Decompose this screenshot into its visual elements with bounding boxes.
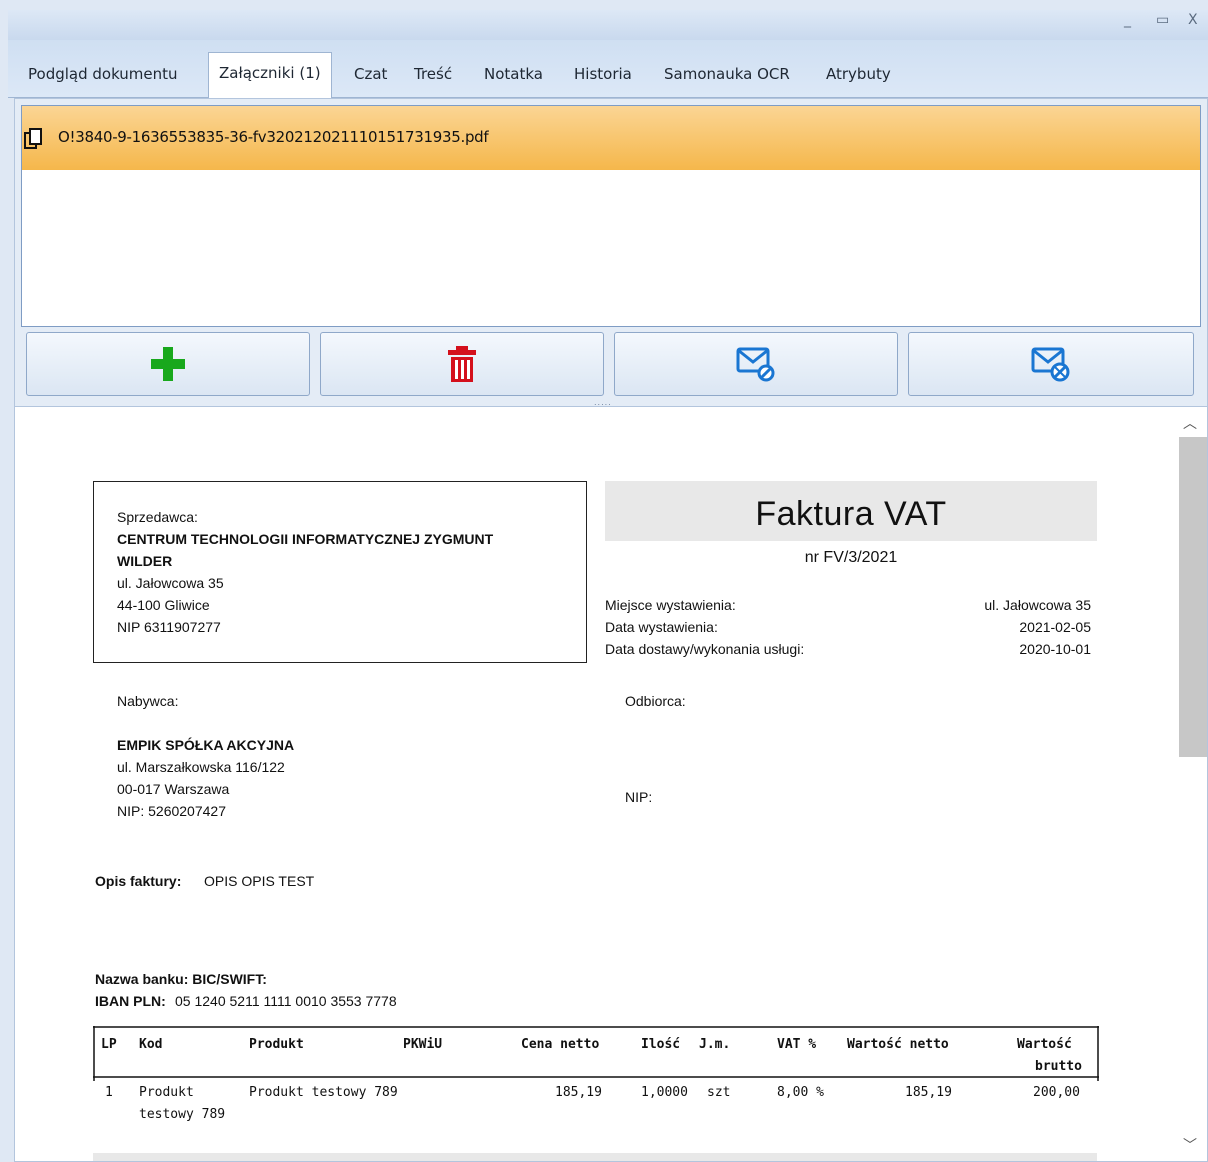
tab-history[interactable]: Historia [564,54,642,98]
seller-nip: NIP 6311907277 [117,619,221,635]
row-kod-2: testowy 789 [139,1107,226,1122]
tab-attributes[interactable]: Atrybuty [816,54,901,98]
scroll-thumb[interactable] [1179,437,1207,757]
close-button[interactable]: X [1188,12,1198,28]
vertical-scrollbar[interactable]: ︿ ﹀ [1175,407,1207,1161]
invoice-document: Sprzedawca: CENTRUM TECHNOLOGII INFORMAT… [15,407,1175,1161]
buyer-city: 00-017 Warszawa [117,781,230,797]
tab-chat[interactable]: Czat [344,54,397,98]
col-header-brutto-2: brutto [1035,1059,1082,1074]
col-header-netto: Wartość netto [847,1037,949,1052]
trash-icon [448,346,476,382]
col-header-kod: Kod [139,1037,163,1052]
description-value: OPIS OPIS TEST [204,873,315,889]
scroll-up-icon[interactable]: ︿ [1183,413,1197,433]
row-vat: 8,00 % [777,1085,824,1100]
col-header-cena: Cena netto [521,1037,600,1052]
invoice-title: Faktura VAT [755,495,947,533]
maximize-button[interactable]: ▭ [1156,12,1169,28]
seller-name-line-2: WILDER [117,553,173,569]
delete-attachment-button[interactable] [320,332,604,396]
resend-email-button[interactable] [908,332,1194,396]
tab-attachments[interactable]: Załączniki (1) [208,52,332,99]
receiver-nip: NIP: [625,789,653,805]
tab-content[interactable]: Treść [404,54,462,98]
mail-resend-icon [1031,347,1070,382]
row-lp: 1 [105,1085,113,1100]
seller-label: Sprzedawca: [117,509,198,525]
document-viewer: Sprzedawca: CENTRUM TECHNOLOGII INFORMAT… [14,406,1208,1162]
col-header-jm: J.m. [699,1037,731,1052]
iban-label: IBAN PLN: [95,993,166,1009]
issue-place-value: ul. Jałowcowa 35 [984,597,1091,613]
row-produkt: Produkt testowy 789 [249,1085,398,1100]
seller-city: 44-100 Gliwice [117,597,210,613]
buyer-label: Nabywca: [117,693,179,709]
issue-date-value: 2021-02-05 [1019,619,1091,635]
col-header-pkwiu: PKWiU [403,1037,443,1052]
tab-note[interactable]: Notatka [474,54,553,98]
col-header-produkt: Produkt [249,1037,304,1052]
add-attachment-button[interactable] [26,332,310,396]
row-brutto: 200,00 [1033,1085,1080,1100]
send-email-button[interactable] [614,332,898,396]
buyer-nip: NIP: 5260207427 [117,803,226,819]
seller-name-line-1: CENTRUM TECHNOLOGII INFORMATYCZNEJ ZYGMU… [117,531,494,547]
row-cena: 185,19 [555,1085,602,1100]
row-kod-1: Produkt [139,1085,194,1100]
row-netto: 185,19 [905,1085,952,1100]
scroll-down-icon[interactable]: ﹀ [1183,1135,1197,1155]
row-ilosc: 1,0000 [641,1085,688,1100]
buyer-name: EMPIK SPÓŁKA AKCYJNA [117,737,295,753]
attachment-item[interactable]: O!3840-9-1636553835-36-fv320212021110151… [22,106,1200,170]
app-window: _ ▭ X Podgląd dokumentu Załączniki (1) C… [0,0,1208,1162]
iban-value: 05 1240 5211 1111 0010 3553 7778 [175,993,397,1009]
tab-ocr-learning[interactable]: Samonauka OCR [654,54,800,98]
receiver-label: Odbiorca: [625,693,686,709]
copy-document-icon [24,128,42,149]
summary-band [93,1153,1097,1161]
tab-strip: Podgląd dokumentu Załączniki (1) Czat Tr… [8,40,1208,99]
description-label: Opis faktury: [95,873,182,889]
attachments-list: O!3840-9-1636553835-36-fv320212021110151… [21,105,1201,327]
col-header-lp: LP [101,1037,117,1052]
col-header-ilosc: Ilość [641,1037,681,1052]
tab-document-preview[interactable]: Podgląd dokumentu [18,54,188,98]
title-bar [8,10,1208,40]
delivery-date-value: 2020-10-01 [1019,641,1091,657]
plus-icon [151,347,185,381]
panel-splitter[interactable]: ..... [594,398,624,407]
table-lines [93,1026,1099,1081]
col-header-brutto-1: Wartość [1017,1037,1072,1052]
invoice-number: nr FV/3/2021 [804,549,898,566]
attachment-filename: O!3840-9-1636553835-36-fv320212021110151… [58,128,489,146]
col-header-vat: VAT % [777,1037,817,1052]
invoice-title-box: Faktura VAT [605,481,1097,541]
buyer-street: ul. Marszałkowska 116/122 [117,759,285,775]
mail-send-icon [736,347,775,382]
bank-line: Nazwa banku: BIC/SWIFT: [95,971,267,987]
minimize-button[interactable]: _ [1124,12,1131,28]
row-jm: szt [707,1085,731,1100]
seller-street: ul. Jałowcowa 35 [117,575,224,591]
